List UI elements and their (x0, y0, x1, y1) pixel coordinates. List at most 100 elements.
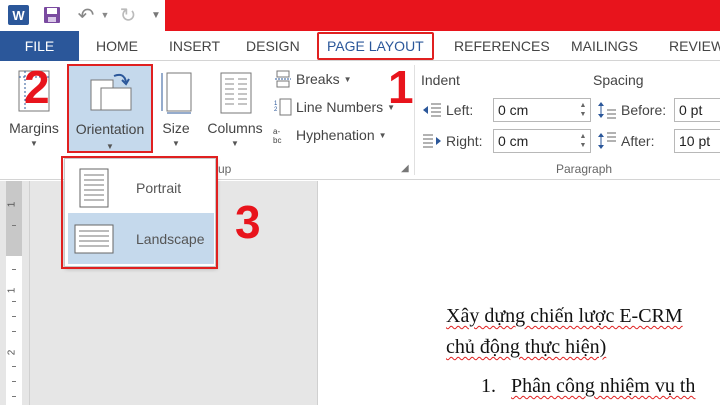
hyphenation-icon: a-bc (272, 125, 294, 145)
spacing-after-icon (596, 132, 618, 150)
ruler-tick (12, 331, 16, 332)
ruler-tick (12, 366, 16, 367)
tab-review[interactable]: REVIEW (669, 31, 720, 61)
svg-text:bc: bc (273, 136, 281, 144)
ruler-number: 1 (6, 201, 18, 208)
line-numbers-icon: 12 (272, 97, 294, 117)
doc-line-3: Phân công nhiệm vụ th (511, 375, 696, 397)
title-bar: W ↶ ▼ ↻ ▼ (0, 0, 720, 31)
indent-right-input[interactable]: 0 cm ▲ ▼ (493, 129, 591, 153)
orientation-button[interactable]: Orientation ▼ (67, 64, 153, 153)
orientation-dropdown-icon: ▼ (106, 142, 114, 151)
ruler-tick (12, 381, 16, 382)
vertical-ruler[interactable]: 1 1 2 (0, 181, 30, 405)
tab-page-layout[interactable]: PAGE LAYOUT (317, 32, 434, 60)
indent-left-label: Left: (446, 102, 474, 118)
ruler-tick (12, 301, 16, 302)
callout-step-3: 3 (235, 196, 261, 248)
breaks-icon (272, 69, 294, 89)
page-setup-group-label: up (218, 162, 232, 176)
portrait-page-icon (68, 162, 119, 213)
indent-right-label: Right: (446, 133, 483, 149)
size-label: Size (162, 120, 190, 136)
breaks-button[interactable]: Breaks ▼ (272, 68, 352, 90)
callout-step-2: 2 (24, 61, 50, 113)
orientation-option-landscape[interactable]: Landscape (68, 213, 214, 264)
orientation-menu: Portrait Landscape (64, 158, 216, 267)
document-page[interactable]: Xây dựng chiến lược E-CRM chủ động thực … (317, 181, 720, 405)
ruler-number: 2 (6, 349, 18, 356)
indent-left-spinner-icon[interactable]: ▲ ▼ (578, 101, 588, 119)
doc-list-number: 1. (481, 375, 496, 397)
spacing-before-value: 0 pt (679, 102, 703, 118)
orientation-icon (90, 73, 132, 111)
landscape-page-icon (68, 213, 119, 264)
ruler-margin-shade (6, 181, 22, 256)
ruler-tick (12, 316, 16, 317)
customize-dropdown-icon[interactable]: ▼ (150, 5, 162, 25)
landscape-label: Landscape (136, 230, 205, 247)
tab-file[interactable]: FILE (0, 31, 79, 61)
svg-text:2: 2 (274, 107, 278, 113)
paragraph-group-label: Paragraph (556, 162, 613, 176)
indent-left-icon (421, 101, 443, 119)
breaks-label: Breaks (296, 71, 340, 87)
margins-dropdown-icon: ▼ (30, 139, 38, 148)
spacing-after-row: After: (596, 129, 654, 153)
tab-home[interactable]: HOME (96, 31, 138, 61)
size-button[interactable]: Size ▼ (155, 65, 197, 149)
doc-line-2: chủ động thực hiện) (446, 336, 607, 358)
columns-icon (220, 72, 252, 114)
ruler-tick (12, 269, 16, 270)
callout-step-1: 1 (388, 61, 414, 113)
hyphenation-label: Hyphenation (296, 127, 375, 143)
columns-dropdown-icon: ▼ (231, 139, 239, 148)
spacing-before-input[interactable]: 0 pt (674, 98, 720, 122)
tab-design[interactable]: DESIGN (246, 31, 300, 61)
indent-left-value: 0 cm (498, 102, 529, 118)
ruler-tick (12, 225, 16, 226)
indent-right-icon (421, 132, 443, 150)
indent-right-row: Right: (421, 129, 483, 153)
portrait-label: Portrait (136, 179, 182, 196)
word-icon[interactable]: W (8, 5, 29, 25)
page-setup-launcher-icon[interactable]: ◢ (401, 163, 409, 174)
undo-dropdown-icon[interactable]: ▼ (99, 5, 111, 25)
spacing-after-input[interactable]: 10 pt (674, 129, 720, 153)
breaks-dropdown-icon: ▼ (343, 74, 352, 84)
margins-label: Margins (9, 120, 59, 136)
tab-insert[interactable]: INSERT (169, 31, 220, 61)
spacing-before-label: Before: (621, 102, 667, 118)
save-icon[interactable] (42, 5, 62, 25)
orientation-option-portrait[interactable]: Portrait (68, 162, 214, 213)
line-numbers-button[interactable]: 12 Line Numbers ▼ (272, 96, 395, 118)
hyphenation-button[interactable]: a-bc Hyphenation ▼ (272, 124, 387, 146)
spacing-before-row: Before: (596, 98, 666, 122)
indent-title: Indent (421, 72, 460, 88)
hyphenation-dropdown-icon: ▼ (378, 130, 387, 140)
title-bar-accent (165, 0, 720, 31)
line-numbers-label: Line Numbers (296, 99, 384, 115)
ruler-number: 1 (6, 287, 18, 294)
spacing-after-label: After: (621, 133, 655, 149)
columns-label: Columns (207, 120, 263, 136)
spacing-title: Spacing (593, 72, 644, 88)
columns-button[interactable]: Columns ▼ (201, 65, 269, 149)
indent-right-spinner-icon[interactable]: ▲ ▼ (578, 132, 588, 150)
orientation-label: Orientation (75, 121, 145, 137)
group-separator (414, 65, 415, 175)
indent-left-row: Left: (421, 98, 473, 122)
ribbon-tabs: FILE HOME INSERT DESIGN PAGE LAYOUT REFE… (0, 31, 720, 61)
size-dropdown-icon: ▼ (172, 139, 180, 148)
spacing-after-value: 10 pt (679, 133, 711, 149)
tab-mailings[interactable]: MAILINGS (571, 31, 638, 61)
spacing-before-icon (596, 101, 618, 119)
tab-references[interactable]: REFERENCES (454, 31, 550, 61)
indent-right-value: 0 cm (498, 133, 529, 149)
svg-text:a-: a- (273, 127, 280, 136)
indent-left-input[interactable]: 0 cm ▲ ▼ (493, 98, 591, 122)
ruler-tick (12, 396, 16, 397)
size-icon (161, 72, 192, 114)
redo-icon[interactable]: ↻ (118, 5, 138, 27)
undo-icon[interactable]: ↶ (75, 5, 97, 27)
